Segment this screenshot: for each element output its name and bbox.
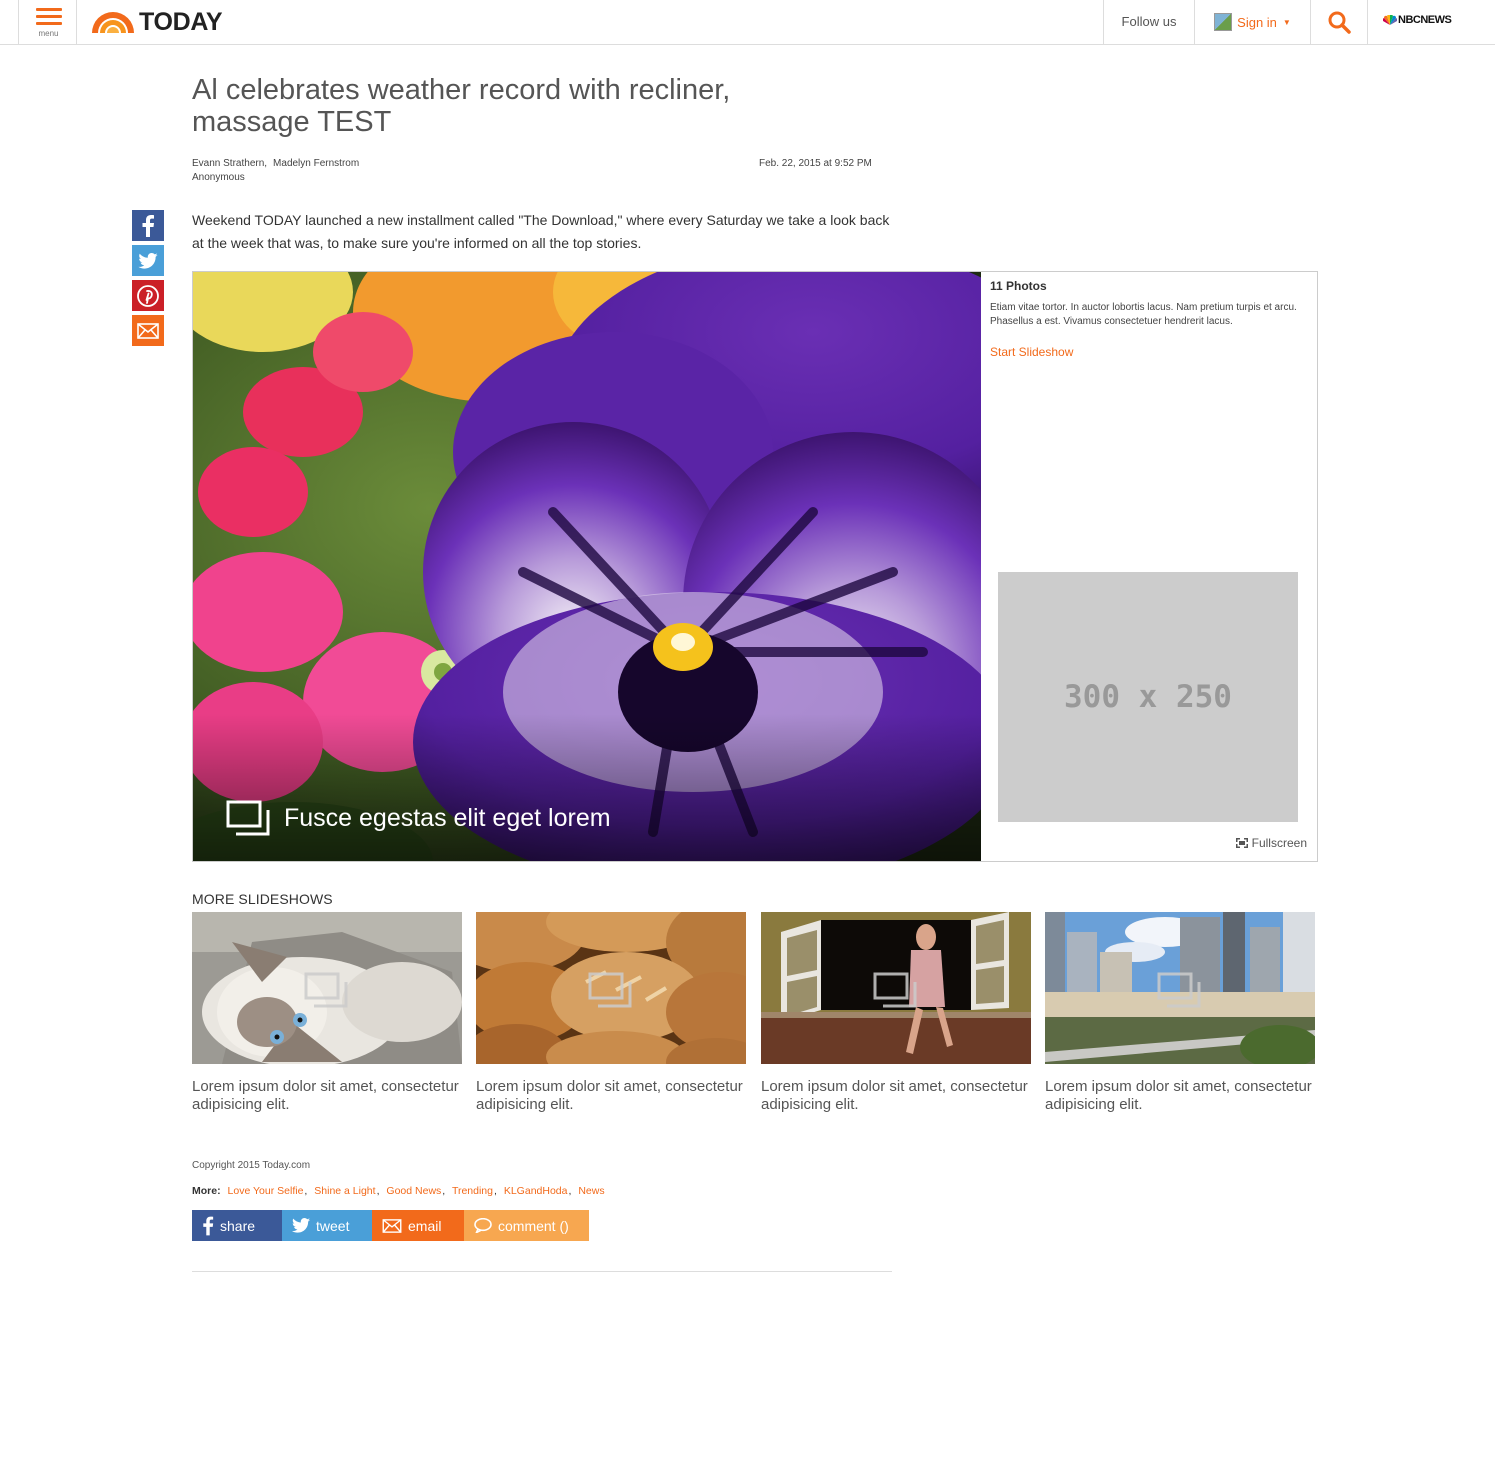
- author-line-2: Anonymous: [192, 172, 245, 183]
- comment-label: comment (): [498, 1217, 569, 1234]
- share-facebook-button[interactable]: share: [192, 1210, 282, 1241]
- separator: ,: [304, 1185, 308, 1197]
- slideshow-description: Etiam vitae tortor. In auctor lobortis l…: [990, 302, 1297, 327]
- social-share-strip: [132, 210, 164, 350]
- start-slideshow-link[interactable]: Start Slideshow: [990, 345, 1073, 359]
- slideshow-card-caption: Lorem ipsum dolor sit amet, consectetur …: [1045, 1078, 1312, 1113]
- slideshow-thumbnail: [761, 912, 1031, 1064]
- pansy-photo: [193, 272, 981, 861]
- slideshow-icon: [873, 972, 917, 1008]
- more-link[interactable]: Trending: [452, 1185, 493, 1197]
- email-share-button[interactable]: [132, 315, 164, 346]
- twitter-share-button[interactable]: [132, 245, 164, 276]
- facebook-icon: [203, 1216, 214, 1235]
- nbc-news-label: NBCNEWS: [1398, 14, 1452, 26]
- facebook-share-button[interactable]: [132, 210, 164, 241]
- more-link[interactable]: Good News: [386, 1185, 441, 1197]
- fullscreen-button[interactable]: Fullscreen: [1235, 836, 1307, 850]
- divider: [192, 1271, 892, 1272]
- pinterest-icon: [137, 284, 159, 307]
- more-link[interactable]: KLGandHoda: [504, 1185, 568, 1197]
- slideshow-thumbnail: [476, 912, 746, 1064]
- share-bar: share tweet email comment (): [192, 1210, 589, 1241]
- article-title: Al celebrates weather record with reclin…: [192, 74, 731, 138]
- article-intro: Weekend TODAY launched a new installment…: [192, 212, 890, 251]
- today-logo[interactable]: TODAY: [90, 8, 223, 36]
- facebook-icon: [142, 214, 154, 237]
- author-link[interactable]: Evann Strathern,: [192, 158, 267, 169]
- slideshow-card[interactable]: Lorem ipsum dolor sit amet, consectetur …: [192, 912, 462, 1114]
- header-divider: [1367, 0, 1368, 44]
- search-button[interactable]: [1311, 0, 1367, 44]
- site-header: menu TODAY Follow us Sign in ▼ NBCNEWS: [0, 0, 1495, 45]
- more-links: More: Love Your Selfie, Shine a Light, G…: [192, 1185, 606, 1197]
- slideshow-card[interactable]: Lorem ipsum dolor sit amet, consectetur …: [476, 912, 746, 1114]
- share-twitter-button[interactable]: tweet: [282, 1210, 372, 1241]
- menu-button[interactable]: menu: [18, 0, 77, 44]
- separator: ,: [568, 1185, 572, 1197]
- publish-date: Feb. 22, 2015 at 9:52 PM: [759, 158, 872, 169]
- slide-caption: Fusce egestas elit eget lorem: [226, 800, 611, 836]
- byline: Evann Strathern, Madelyn Fernstrom Anonym…: [192, 157, 365, 185]
- sign-in-button[interactable]: Sign in ▼: [1195, 0, 1310, 44]
- email-icon: [137, 322, 159, 339]
- more-link[interactable]: Shine a Light: [314, 1185, 375, 1197]
- sunrise-icon: [92, 12, 134, 33]
- more-links-label: More:: [192, 1185, 221, 1197]
- menu-icon-bar: [36, 15, 62, 18]
- slideshow-hero-image[interactable]: Fusce egestas elit eget lorem: [193, 272, 981, 861]
- avatar: [1214, 13, 1233, 31]
- twitter-icon: [292, 1218, 310, 1233]
- ad-placeholder[interactable]: 300 x 250: [998, 572, 1298, 822]
- slideshow-card-caption: Lorem ipsum dolor sit amet, consectetur …: [761, 1078, 1028, 1113]
- separator: ,: [376, 1185, 380, 1197]
- follow-us-link[interactable]: Follow us: [1104, 0, 1194, 44]
- nbc-news-link[interactable]: NBCNEWS: [1383, 14, 1452, 26]
- chevron-down-icon: ▼: [1282, 17, 1291, 27]
- slideshow-thumbnail: [1045, 912, 1315, 1064]
- slideshow-thumbnail: [192, 912, 462, 1064]
- separator: ,: [494, 1185, 497, 1197]
- slideshow-icon: [588, 972, 632, 1008]
- twitter-icon: [138, 252, 158, 269]
- slideshow-card[interactable]: Lorem ipsum dolor sit amet, consectetur …: [761, 912, 1031, 1114]
- slideshow-card-caption: Lorem ipsum dolor sit amet, consectetur …: [476, 1078, 743, 1113]
- menu-icon-bar: [36, 22, 62, 25]
- pinterest-share-button[interactable]: [132, 280, 164, 311]
- search-icon: [1328, 11, 1351, 34]
- photo-count: 11 Photos: [990, 279, 1047, 293]
- slideshow-icon: [304, 972, 348, 1008]
- share-email-button[interactable]: email: [372, 1210, 464, 1241]
- slideshow-icon: [1157, 972, 1201, 1008]
- share-label: share: [220, 1217, 256, 1234]
- comment-icon: [474, 1218, 492, 1233]
- slideshow-card-caption: Lorem ipsum dolor sit amet, consectetur …: [192, 1078, 459, 1113]
- slideshow-icon: [226, 800, 270, 836]
- menu-icon: [36, 8, 62, 11]
- logo-text: TODAY: [139, 8, 223, 36]
- ad-size-label: 300 x 250: [1064, 679, 1232, 715]
- more-slideshows-heading: MORE SLIDESHOWS: [192, 891, 333, 907]
- fullscreen-icon: [1235, 838, 1248, 848]
- email-icon: [382, 1218, 402, 1233]
- more-link[interactable]: Love Your Selfie: [228, 1185, 304, 1197]
- email-label: email: [408, 1217, 442, 1234]
- more-link[interactable]: News: [578, 1185, 604, 1197]
- separator: ,: [442, 1185, 446, 1197]
- slideshow-sidebar: 11 Photos Etiam vitae tortor. In auctor …: [981, 272, 1317, 861]
- tweet-label: tweet: [316, 1217, 350, 1234]
- copyright: Copyright 2015 Today.com: [192, 1160, 311, 1171]
- slideshow-card[interactable]: Lorem ipsum dolor sit amet, consectetur …: [1045, 912, 1315, 1114]
- comment-button[interactable]: comment (): [464, 1210, 589, 1241]
- author-link[interactable]: Madelyn Fernstrom: [273, 158, 359, 169]
- slideshow: Fusce egestas elit eget lorem 11 Photos …: [192, 271, 1318, 862]
- peacock-icon: [1383, 15, 1397, 25]
- fullscreen-label: Fullscreen: [1251, 836, 1307, 850]
- menu-label: menu: [38, 29, 59, 38]
- slide-caption-text: Fusce egestas elit eget lorem: [284, 803, 611, 832]
- sign-in-label: Sign in: [1237, 14, 1277, 30]
